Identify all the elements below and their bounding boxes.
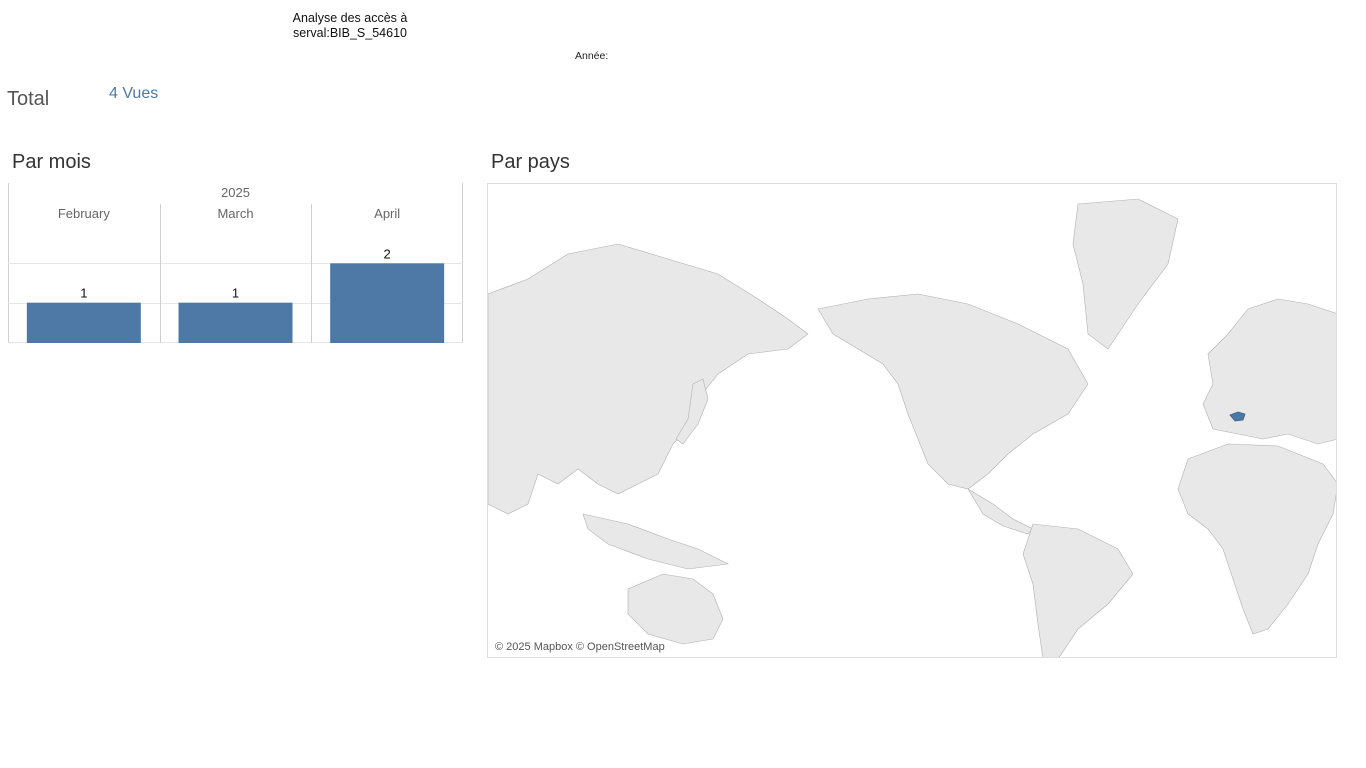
map-land-indonesia (582, 513, 730, 570)
chart-bar (178, 302, 293, 343)
chart-month-label: April (374, 206, 400, 221)
chart-bar (26, 302, 141, 343)
monthly-bar-chart: 2025 February 1 March 1 April 2 (8, 183, 463, 343)
map-land-north-america (817, 293, 1089, 490)
map-land-south-america (1022, 523, 1134, 657)
chart-data-label: 2 (384, 246, 391, 261)
chart-data-label: 1 (80, 286, 87, 301)
chart-data-label: 1 (232, 286, 239, 301)
map-attribution[interactable]: © 2025 Mapbox © OpenStreetMap (495, 641, 665, 653)
dashboard: Analyse des accès à serval:BIB_S_54610 A… (0, 0, 1366, 768)
chart-month-label: March (217, 206, 253, 221)
by-month-title: Par mois (12, 151, 91, 173)
country-map[interactable]: © 2025 Mapbox © OpenStreetMap (487, 183, 1337, 658)
map-land-greenland (1072, 198, 1179, 350)
total-label: Total (7, 88, 50, 110)
world-map-svg[interactable] (488, 184, 1337, 658)
chart-year-label: 2025 (221, 185, 250, 200)
map-land-central-america (967, 488, 1034, 535)
chart-bar (330, 263, 445, 343)
total-views-value: 4 Vues (109, 85, 159, 102)
dashboard-title: Analyse des accès à serval:BIB_S_54610 (240, 11, 460, 41)
title-line-2: serval:BIB_S_54610 (293, 26, 407, 40)
map-land-africa (1177, 443, 1336, 635)
chart-month-label: February (58, 206, 111, 221)
title-line-1: Analyse des accès à (292, 11, 408, 25)
map-land-europe (1202, 298, 1336, 445)
map-land-asia (488, 243, 809, 515)
monthly-bar-chart-svg: 2025 February 1 March 1 April 2 (8, 183, 463, 343)
map-land-australia (627, 573, 724, 645)
year-filter-label[interactable]: Année: (575, 50, 608, 62)
by-country-title: Par pays (491, 151, 570, 173)
